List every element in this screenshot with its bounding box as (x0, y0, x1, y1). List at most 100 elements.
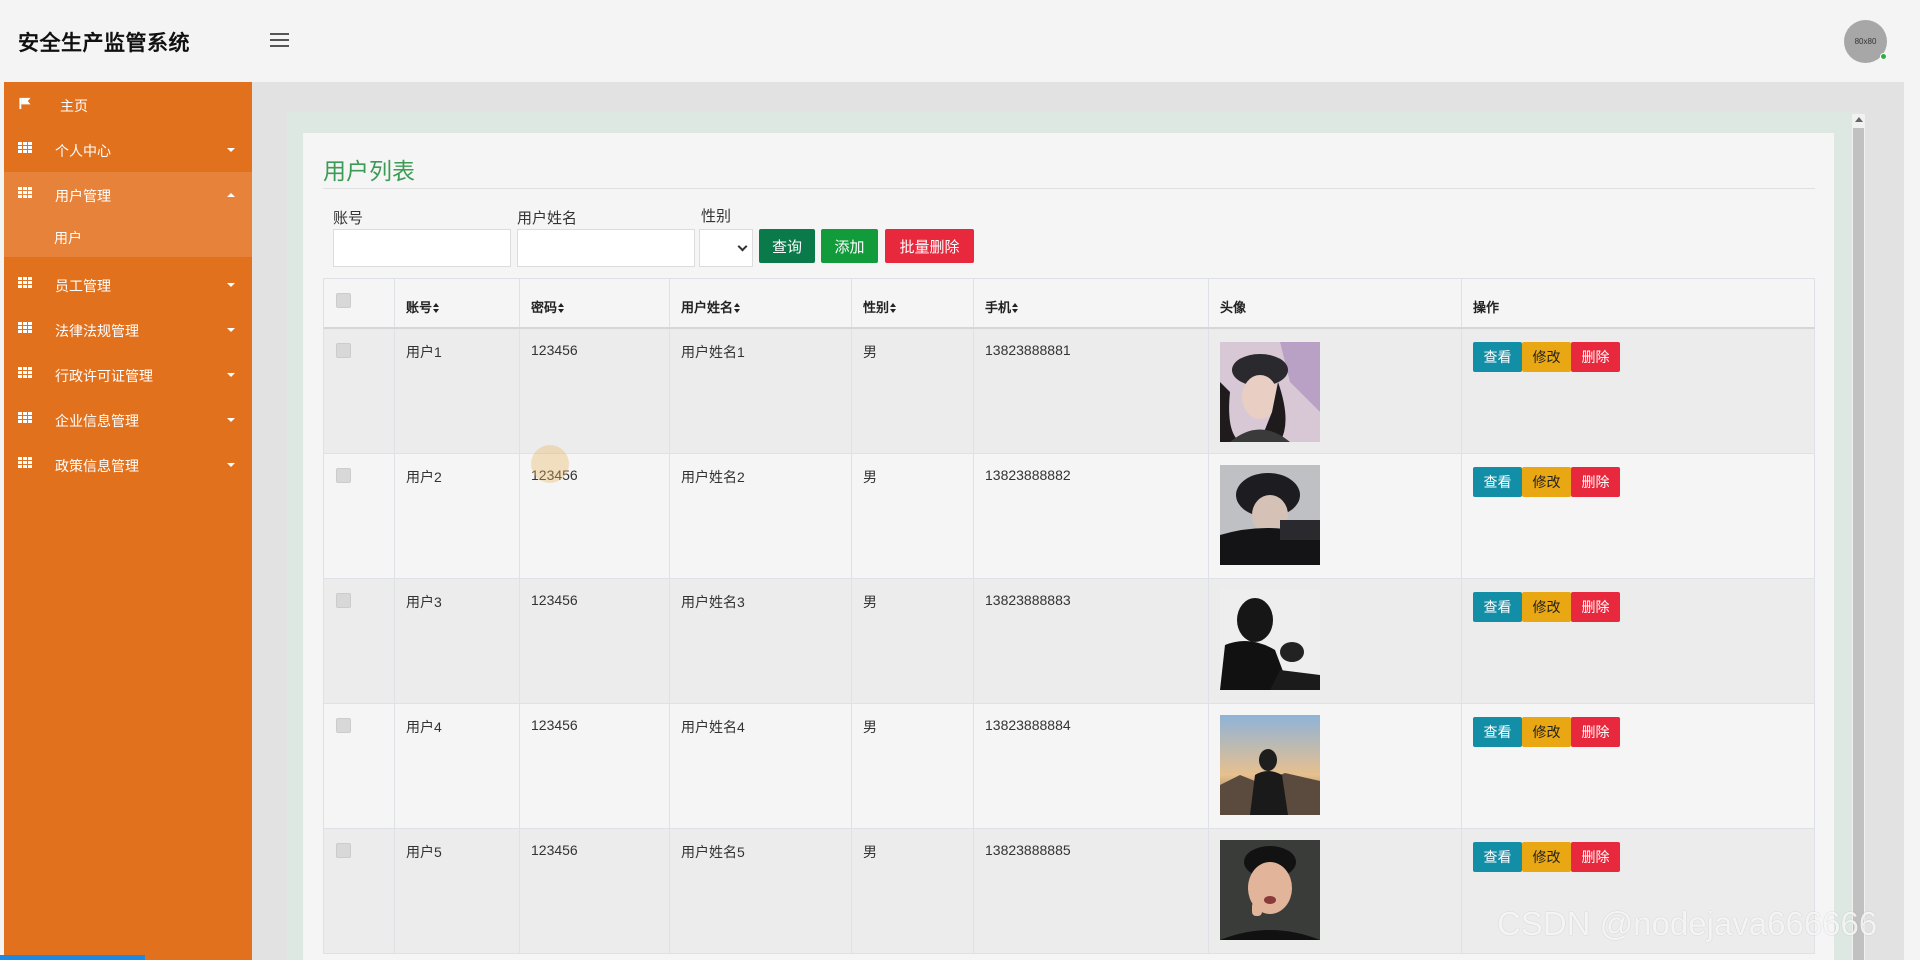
batch-delete-button[interactable]: 批量删除 (885, 229, 974, 263)
name-filter-input[interactable] (517, 229, 695, 267)
edit-button[interactable]: 修改 (1522, 467, 1571, 497)
sidebar-item-label: 用户管理 (55, 188, 111, 204)
sidebar-item-label: 个人中心 (55, 143, 111, 159)
delete-button[interactable]: 删除 (1571, 592, 1620, 622)
cell-phone: 13823888885 (985, 842, 1071, 858)
delete-button[interactable]: 删除 (1571, 717, 1620, 747)
cell-name: 用户姓名3 (681, 594, 745, 610)
avatar-photo[interactable] (1220, 465, 1320, 565)
avatar-photo[interactable] (1220, 342, 1320, 442)
view-button[interactable]: 查看 (1473, 342, 1522, 372)
sidebar-item-label: 行政许可证管理 (55, 368, 153, 384)
cell-phone: 13823888884 (985, 717, 1071, 733)
row-checkbox[interactable] (336, 593, 351, 608)
column-header-password[interactable]: 密码 (531, 297, 565, 316)
avatar-photo[interactable] (1220, 715, 1320, 815)
cell-name: 用户姓名5 (681, 844, 745, 860)
grid-icon (18, 187, 32, 200)
cell-phone: 13823888881 (985, 342, 1071, 358)
column-header-name[interactable]: 用户姓名 (681, 297, 741, 316)
chevron-down-icon (227, 283, 235, 287)
sidebar-item-label: 员工管理 (55, 278, 111, 294)
column-header-gender[interactable]: 性别 (863, 297, 897, 316)
column-header-phone[interactable]: 手机 (985, 297, 1019, 316)
sidebar-item-user-management[interactable]: 用户管理 (4, 172, 252, 217)
cell-password: 123456 (531, 717, 578, 733)
view-button[interactable]: 查看 (1473, 592, 1522, 622)
sort-icon (433, 303, 440, 313)
chevron-up-icon (227, 193, 235, 197)
cell-account: 用户4 (406, 719, 442, 735)
gender-filter-select[interactable] (699, 229, 753, 267)
cell-password: 123456 (531, 842, 578, 858)
sidebar: 主页 个人中心 用户管理 用户 员工管理 法律法规管理 行政许可证管理 企业信息… (4, 82, 252, 960)
view-button[interactable]: 查看 (1473, 717, 1522, 747)
flag-icon (19, 97, 31, 110)
cell-phone: 13823888883 (985, 592, 1071, 608)
column-header-account[interactable]: 账号 (406, 297, 440, 316)
table-row: 用户3 123456 用户姓名3 男 13823888883 查看 修改 删除 (323, 579, 1815, 704)
sidebar-item-label: 法律法规管理 (55, 323, 139, 339)
row-checkbox[interactable] (336, 468, 351, 483)
edit-button[interactable]: 修改 (1522, 842, 1571, 872)
cell-password: 123456 (531, 592, 578, 608)
app-title: 安全生产监管系统 (18, 32, 190, 55)
cell-phone: 13823888882 (985, 467, 1071, 483)
scroll-up-arrow-icon[interactable] (1855, 117, 1863, 122)
hamburger-menu-icon[interactable] (270, 31, 291, 47)
delete-button[interactable]: 删除 (1571, 342, 1620, 372)
loading-progress-bar (0, 955, 145, 960)
sidebar-item-enterprise-management[interactable]: 企业信息管理 (4, 397, 252, 442)
add-button[interactable]: 添加 (821, 229, 878, 263)
select-all-checkbox[interactable] (336, 293, 351, 308)
page-title: 用户列表 (323, 158, 415, 184)
edit-button[interactable]: 修改 (1522, 717, 1571, 747)
sidebar-item-policy-management[interactable]: 政策信息管理 (4, 442, 252, 487)
account-filter-input[interactable] (333, 229, 511, 267)
cell-account: 用户5 (406, 844, 442, 860)
sidebar-item-home[interactable]: 主页 (4, 82, 252, 127)
cell-gender: 男 (863, 469, 877, 485)
row-checkbox[interactable] (336, 843, 351, 858)
cell-password: 123456 (531, 342, 578, 358)
sidebar-subitem-users[interactable]: 用户 (4, 217, 252, 257)
chevron-down-icon (227, 373, 235, 377)
sort-icon (734, 303, 741, 313)
sort-icon (1012, 303, 1019, 313)
chevron-down-icon (227, 328, 235, 332)
cell-name: 用户姓名1 (681, 344, 745, 360)
avatar-photo[interactable] (1220, 840, 1320, 940)
chevron-down-icon (227, 418, 235, 422)
sidebar-item-personal-center[interactable]: 个人中心 (4, 127, 252, 172)
cell-account: 用户1 (406, 344, 442, 360)
sidebar-item-license-management[interactable]: 行政许可证管理 (4, 352, 252, 397)
query-button[interactable]: 查询 (759, 229, 815, 263)
scrollbar-thumb[interactable] (1853, 128, 1864, 960)
cell-gender: 男 (863, 844, 877, 860)
sidebar-item-law-management[interactable]: 法律法规管理 (4, 307, 252, 352)
view-button[interactable]: 查看 (1473, 842, 1522, 872)
name-filter-label: 用户姓名 (517, 210, 578, 227)
table-header-row: 账号 密码 用户姓名 性别 手机 头像 操作 (323, 278, 1815, 329)
view-button[interactable]: 查看 (1473, 467, 1522, 497)
edit-button[interactable]: 修改 (1522, 342, 1571, 372)
column-header-avatar: 头像 (1220, 300, 1247, 315)
sidebar-item-label: 企业信息管理 (55, 413, 139, 429)
avatar-photo[interactable] (1220, 590, 1320, 690)
top-header: 安全生产监管系统 80x80 (0, 0, 1920, 82)
grid-icon (18, 322, 32, 335)
grid-icon (18, 277, 32, 290)
delete-button[interactable]: 删除 (1571, 842, 1620, 872)
mouse-cursor-highlight (531, 445, 569, 483)
user-list-panel: 用户列表 账号 用户姓名 性别 查询 添加 批量删除 账号 密码 用户姓名 性别… (303, 133, 1834, 960)
grid-icon (18, 142, 32, 155)
row-checkbox[interactable] (336, 343, 351, 358)
edit-button[interactable]: 修改 (1522, 592, 1571, 622)
delete-button[interactable]: 删除 (1571, 467, 1620, 497)
sidebar-item-employee-management[interactable]: 员工管理 (4, 262, 252, 307)
chevron-down-icon (737, 241, 748, 252)
grid-icon (18, 412, 32, 425)
grid-icon (18, 457, 32, 470)
table-row: 用户1 123456 用户姓名1 男 13823888881 查看 修改 删除 (323, 329, 1815, 454)
row-checkbox[interactable] (336, 718, 351, 733)
